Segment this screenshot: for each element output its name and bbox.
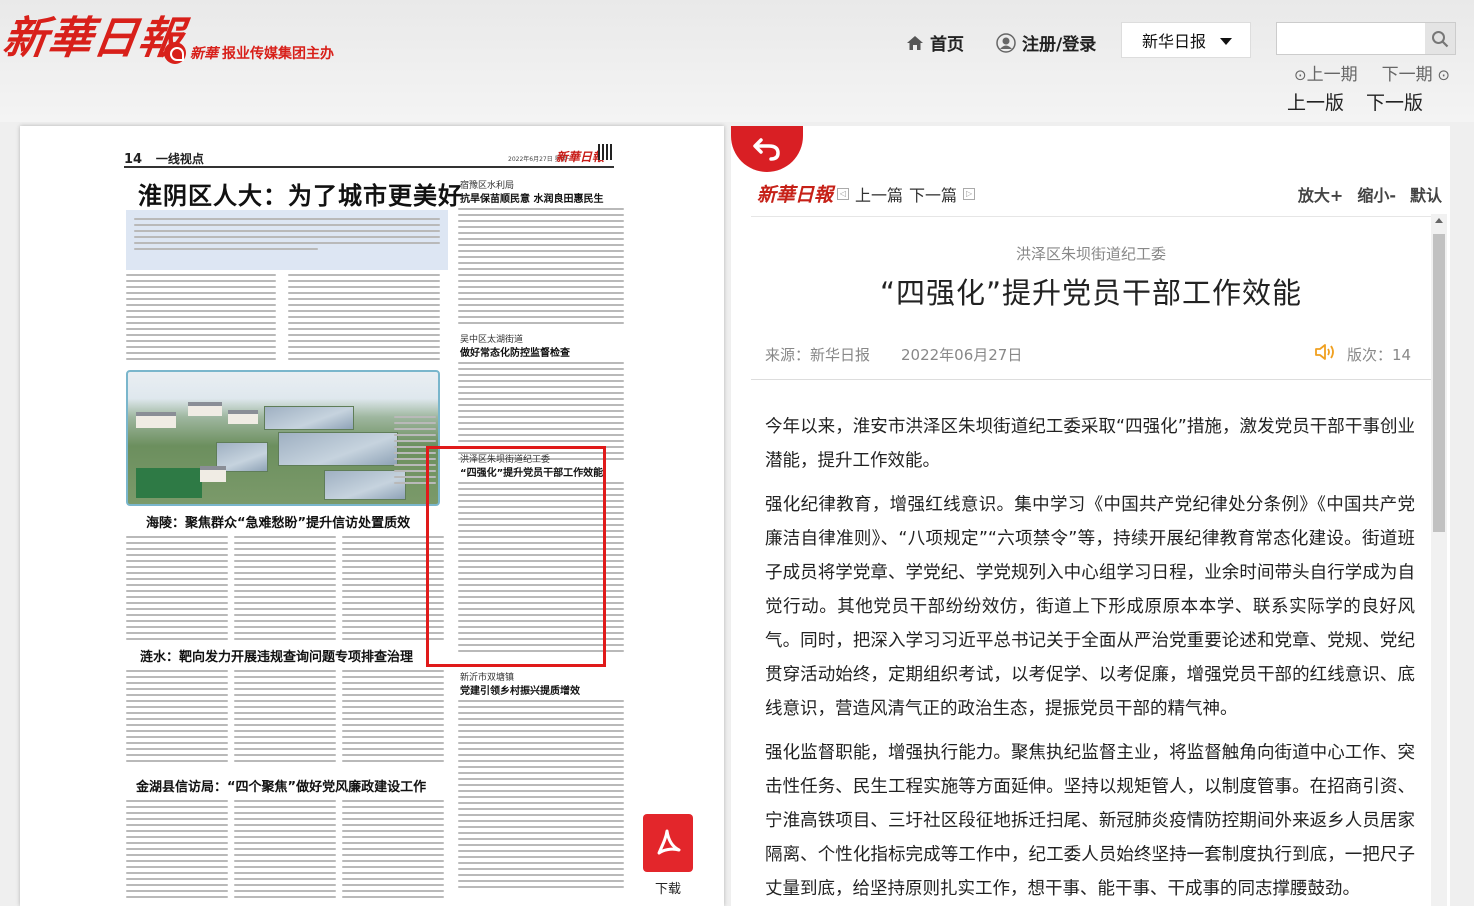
article-paragraph: 今年以来，淮安市洪泽区朱坝街道纪工委采取“四强化”措施，激发党员干部干事创业潜能… [765, 417, 1415, 471]
hailing-col-1[interactable] [126, 536, 228, 646]
period-nav: ⊙上一期 下一期 ⊙ [1294, 60, 1450, 85]
chevron-left-icon: ◁ [837, 188, 849, 200]
scroll-up-arrow-icon[interactable] [1435, 218, 1443, 223]
page-nav: 上一版 下一版 [1287, 88, 1423, 115]
page-number: 14 [124, 152, 143, 167]
article-scrollbar[interactable] [1431, 214, 1447, 906]
side1-body[interactable] [458, 208, 624, 328]
jinhu-col-1[interactable] [126, 800, 228, 900]
article-prev-next: ◁ 上一篇 下一篇 ▷ [837, 182, 976, 206]
intro-box [126, 210, 448, 270]
side4-title[interactable]: 党建引领乡村振兴提质增效 [460, 682, 580, 697]
zoom-in-button[interactable]: 放大+ [1298, 182, 1343, 206]
back-arrow-icon [753, 138, 780, 161]
hailing-col-2[interactable] [234, 536, 336, 646]
publisher-logo: 新華 报业传媒集团主办 [164, 42, 334, 64]
article-date: 2022年06月27日 [901, 346, 1023, 364]
article-paragraph: 强化监督职能，增强执行能力。聚焦执纪监督主业，将监督触角向街道中心工作、突击性任… [765, 743, 1415, 899]
search-icon [1432, 30, 1449, 47]
prev-period-label: 上一期 [1306, 65, 1358, 85]
lead-article-photo[interactable] [126, 370, 440, 506]
article-headline-jinhu[interactable]: 金湖县信访局：“四个聚焦”做好党风廉政建设工作 [136, 776, 426, 795]
lead-article-col-2[interactable] [288, 274, 440, 364]
page-section: 一线视点 [155, 152, 204, 166]
selected-article-highlight[interactable] [426, 446, 606, 667]
login-link[interactable]: 注册/登录 [996, 30, 1096, 55]
back-button[interactable] [731, 126, 803, 172]
pdf-icon [643, 814, 693, 872]
next-period-label: 下一期 [1381, 65, 1433, 85]
site-logo[interactable]: 新華日報 [0, 2, 188, 66]
article-headline-lianshui[interactable]: 涟水：靶向发力开展违规查询问题专项排查治理 [140, 646, 413, 665]
scrollbar-thumb[interactable] [1433, 234, 1445, 532]
home-link[interactable]: 首页 [906, 30, 964, 55]
publisher-text: 报业传媒集团主办 [222, 46, 334, 62]
side4-body[interactable] [458, 700, 624, 900]
next-period-link[interactable]: 下一期 ⊙ [1382, 60, 1450, 85]
intro-text-lines [134, 218, 440, 266]
side2-title[interactable]: 做好常态化防控监督检查 [460, 344, 570, 359]
article-paragraph: 强化纪律教育，增强红线意识。集中学习《中国共产党纪律处分条例》《中国共产党廉洁自… [765, 495, 1415, 719]
search-input[interactable] [1277, 23, 1425, 54]
user-icon [996, 32, 1016, 53]
article-toolbar: 新華日報 ◁ 上一篇 下一篇 ▷ 放大+ 缩小- 默认 [731, 174, 1450, 214]
home-label: 首页 [930, 35, 964, 55]
chevron-down-icon [1220, 38, 1232, 45]
page-mini-logo: 新華日報 [556, 150, 605, 164]
prev-period-link[interactable]: ⊙上一期 [1294, 60, 1358, 85]
speaker-icon[interactable] [1313, 342, 1337, 366]
lead-headline[interactable]: 淮阴区人大：为了城市更美好 [138, 176, 463, 211]
article-title: “四强化”提升党员干部工作效能 [879, 276, 1303, 310]
article-logo: 新華日報 [757, 184, 834, 206]
lead-article-col-1[interactable] [126, 274, 276, 364]
prev-article-link[interactable]: 上一篇 [855, 182, 903, 206]
chevron-left-icon: ⊙ [1294, 66, 1307, 84]
article-source: 来源：新华日报 [765, 346, 871, 364]
article-content: 洪泽区朱坝街道纪工委 “四强化”提升党员干部工作效能 来源：新华日报 2022年… [751, 216, 1431, 906]
newspaper-select-value: 新华日报 [1142, 32, 1207, 51]
article-body: 今年以来，淮安市洪泽区朱坝街道纪工委采取“四强化”措施，激发党员干部干事创业潜能… [751, 380, 1431, 906]
newspaper-select[interactable]: 新华日报 [1121, 22, 1251, 58]
next-page-link[interactable]: 下一版 [1366, 88, 1423, 115]
login-label: 注册/登录 [1022, 35, 1097, 55]
prev-page-link[interactable]: 上一版 [1287, 88, 1344, 115]
article-page-number: 版次：14 [1347, 346, 1412, 364]
seal-icon [164, 42, 186, 64]
chevron-right-icon: ⊙ [1432, 66, 1450, 84]
jinhu-col-2[interactable] [234, 800, 336, 900]
lianshui-col-3[interactable] [342, 670, 444, 770]
publisher-script: 新華 [190, 46, 218, 62]
default-size-button[interactable]: 默认 [1410, 182, 1442, 206]
page-header: 14 一线视点 2022年6月27日 星期一 新華日報 [124, 144, 614, 168]
side1-title[interactable]: 抗旱保苗顺民意 水润良田惠民生 [460, 190, 603, 205]
lianshui-col-2[interactable] [234, 670, 336, 770]
pdf-download-button[interactable]: 下载 [642, 814, 694, 897]
font-size-controls: 放大+ 缩小- 默认 [1298, 182, 1442, 206]
article-headline-hailing[interactable]: 海陵：聚焦群众“急难愁盼”提升信访处置质效 [146, 512, 410, 531]
search-button[interactable] [1425, 23, 1455, 54]
download-label: 下载 [654, 882, 681, 897]
article-meta: 来源：新华日报 2022年06月27日 版次：14 [751, 340, 1431, 380]
lianshui-col-1[interactable] [126, 670, 228, 770]
article-panel: 新華日報 ◁ 上一篇 下一篇 ▷ 放大+ 缩小- 默认 洪泽区朱坝街道纪工委 “… [731, 126, 1450, 906]
zoom-out-button[interactable]: 缩小- [1357, 182, 1396, 206]
next-article-link[interactable]: 下一篇 [909, 182, 957, 206]
top-header: 新華日報 新華 报业传媒集团主办 首页 注册/登录 新华日报 ⊙上一期 下一期 … [0, 0, 1474, 122]
article-pretitle: 洪泽区朱坝街道纪工委 [1015, 245, 1166, 263]
jinhu-col-3[interactable] [342, 800, 444, 900]
search-box [1276, 22, 1456, 55]
qr-code-icon [598, 144, 614, 160]
chevron-right-icon: ▷ [963, 188, 976, 200]
home-icon [907, 35, 923, 50]
newspaper-page-view: 14 一线视点 2022年6月27日 星期一 新華日報 淮阴区人大：为了城市更美… [20, 126, 724, 906]
